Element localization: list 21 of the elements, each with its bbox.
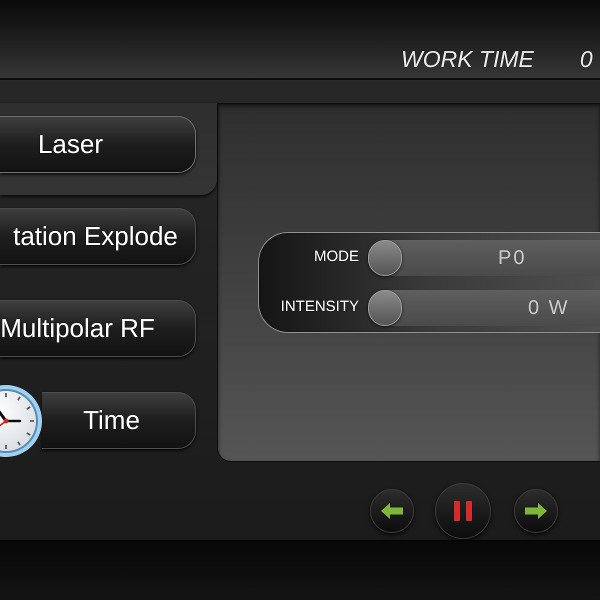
- menu-button[interactable]: Multipolar RF: [0, 300, 196, 357]
- slider-track[interactable]: 0 W: [368, 290, 600, 326]
- menu-button[interactable]: Laser: [0, 116, 196, 173]
- arrow-left-icon: [381, 503, 403, 519]
- next-button[interactable]: [514, 489, 558, 533]
- pause-icon: [453, 501, 473, 521]
- arrow-right-icon: [525, 503, 547, 519]
- menu-button[interactable]: Time: [42, 392, 196, 449]
- slider-thumb[interactable]: [368, 240, 402, 276]
- slider-thumb[interactable]: [368, 290, 402, 326]
- slider-track[interactable]: P0: [368, 240, 600, 276]
- work-time-label: WORK TIME: [401, 45, 534, 74]
- work-time-value: 0: [580, 45, 593, 74]
- clock-icon: [0, 384, 42, 458]
- pause-button[interactable]: [435, 483, 491, 539]
- control-value: 0 W: [528, 296, 570, 320]
- menu-button[interactable]: tation Explode: [0, 208, 196, 265]
- control-label: INTENSITY: [280, 297, 359, 318]
- control-label: MODE: [313, 247, 359, 268]
- control-value: P0: [498, 246, 526, 270]
- back-button[interactable]: [370, 489, 414, 533]
